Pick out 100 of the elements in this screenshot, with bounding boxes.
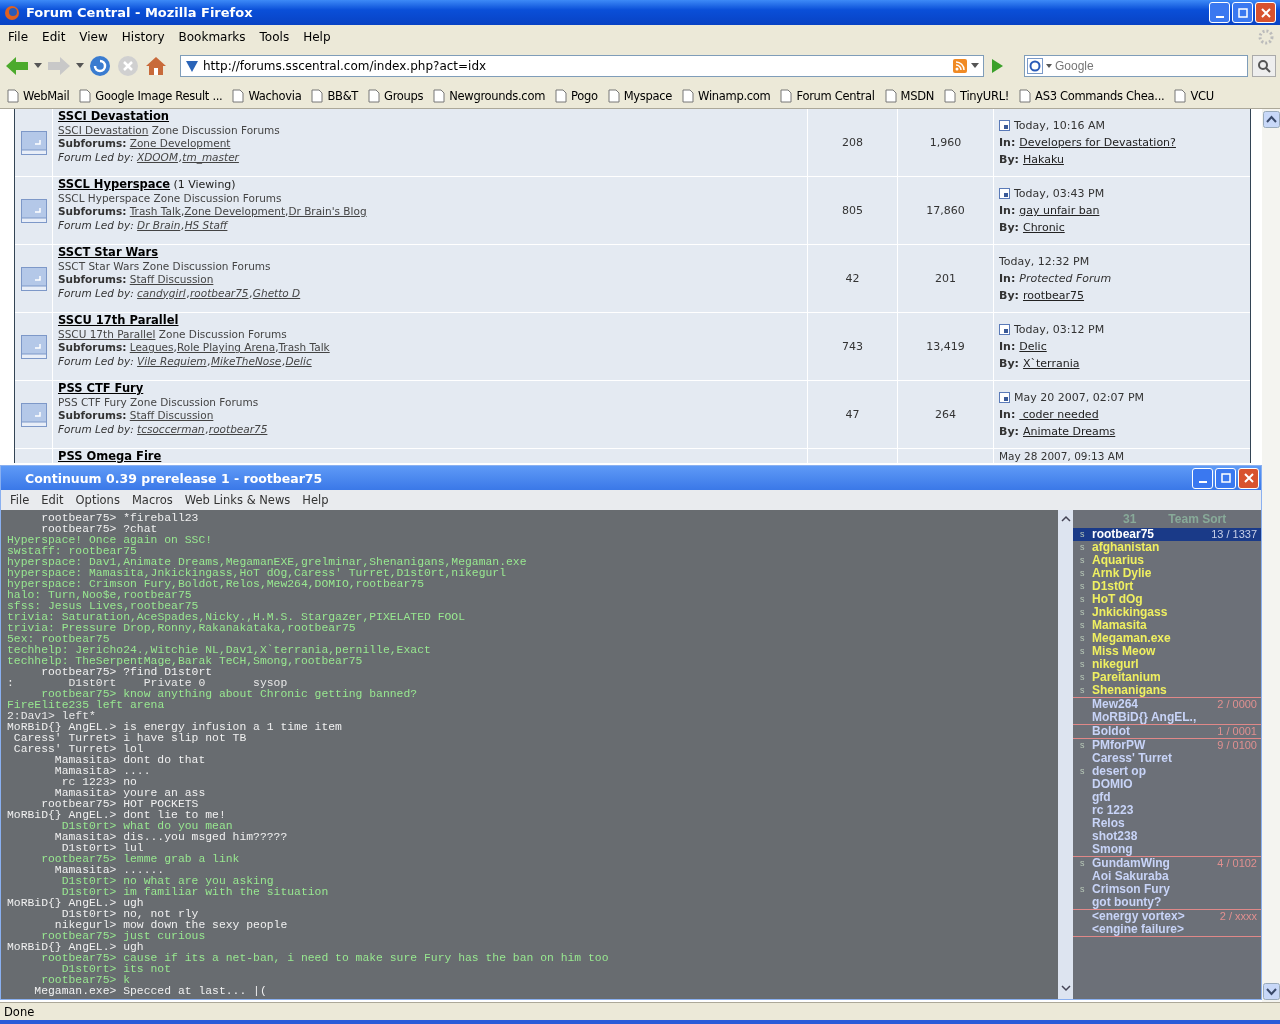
subforum-link[interactable]: Leagues (129, 341, 174, 353)
forum-title-link[interactable]: PSS CTF Fury (58, 381, 144, 395)
player-row[interactable]: s rootbear75 13 / 1337 (1073, 528, 1261, 541)
player-row[interactable]: s Aquarius (1073, 554, 1261, 567)
bookmark-item[interactable]: Google Image Result ... (95, 89, 223, 103)
bookmark-item[interactable]: Newgrounds.com (449, 89, 546, 103)
topic-link[interactable]: Delic (1019, 338, 1047, 355)
caret-icon[interactable] (971, 63, 979, 69)
close-button[interactable] (1238, 467, 1259, 489)
author-link[interactable]: Animate Dreams (1022, 423, 1116, 440)
forum-description-link[interactable]: SSCI Devastation (58, 123, 149, 136)
menu-item[interactable]: View (73, 29, 116, 44)
bookmark-item[interactable]: Wachovia (248, 89, 302, 103)
leader-link[interactable]: Vile Requiem (137, 354, 208, 367)
forum-title-link[interactable]: SSCL Hyperspace (58, 177, 171, 191)
author-link[interactable]: rootbear75 (1022, 287, 1085, 304)
player-row[interactable]: s Jnkickingass (1073, 606, 1261, 619)
bookmark-item[interactable]: Forum Central (796, 89, 875, 103)
search-engine-icon[interactable] (1027, 58, 1053, 74)
player-row[interactable]: s afghanistan (1073, 541, 1261, 554)
player-row[interactable]: s Miss Meow (1073, 645, 1261, 658)
player-row[interactable]: s D1st0rt (1073, 580, 1261, 593)
player-row[interactable]: s Pareitanium (1073, 671, 1261, 684)
menu-item[interactable]: Macros (125, 493, 179, 507)
menu-item[interactable]: Web Links & News (178, 493, 297, 507)
home-icon[interactable] (144, 54, 168, 78)
leader-link[interactable]: tm_master (182, 150, 240, 163)
menu-item[interactable]: File (4, 493, 36, 507)
maximize-button[interactable] (1232, 2, 1253, 23)
bookmark-item[interactable]: Pogo (571, 89, 598, 103)
scroll-down-icon[interactable] (1262, 983, 1280, 1000)
player-row[interactable]: s Megaman.exe (1073, 632, 1261, 645)
leader-link[interactable]: rootbear75 (208, 422, 269, 435)
leader-link[interactable]: tcsoccerman (137, 422, 206, 435)
scroll-up-icon[interactable] (1262, 111, 1280, 128)
minimize-button[interactable] (1192, 467, 1213, 489)
scrollbar[interactable] (1262, 109, 1280, 1002)
author-link[interactable]: X`terrania (1022, 355, 1080, 372)
leader-link[interactable]: candygirl (137, 286, 187, 299)
topic-link[interactable]: Developers for Devastation? (1019, 134, 1176, 151)
forum-description-link[interactable]: SSCU 17th Parallel (58, 327, 156, 340)
minimize-button[interactable] (1209, 2, 1230, 23)
leader-link[interactable]: Dr Brain (137, 218, 182, 231)
subforum-link[interactable]: Trash Talk (278, 341, 330, 353)
leader-link[interactable]: XDOOM (137, 150, 179, 163)
menu-item[interactable]: Help (297, 29, 339, 44)
bookmark-item[interactable]: Groups (384, 89, 424, 103)
menu-item[interactable]: History (115, 29, 173, 44)
player-row[interactable]: s Mamasita (1073, 619, 1261, 632)
address-bar[interactable]: http://forums.sscentral.com/index.php?act=idx (180, 55, 984, 77)
player-row[interactable]: s nikegurl (1073, 658, 1261, 671)
caret-icon[interactable] (76, 63, 84, 69)
topic-link[interactable]: gay unfair ban (1019, 202, 1100, 219)
subforum-link[interactable]: Staff Discussion (129, 409, 214, 421)
author-link[interactable]: Chronic (1022, 219, 1065, 236)
leader-link[interactable]: MikeTheNose (210, 354, 283, 367)
leader-link[interactable]: rootbear75 (190, 286, 250, 299)
bookmark-item[interactable]: BB&T (327, 89, 359, 103)
reload-icon[interactable] (88, 54, 112, 78)
last-post-icon[interactable] (999, 392, 1010, 403)
subforum-link[interactable]: Trash Talk (129, 205, 181, 217)
search-field[interactable]: Google (1055, 58, 1245, 74)
bookmark-item[interactable]: AS3 Commands Chea... (1035, 89, 1165, 103)
player-row[interactable]: s Arnk Dylie (1073, 567, 1261, 580)
leader-link[interactable]: HS Staff (184, 218, 229, 231)
subforum-link[interactable]: Zone Development (129, 137, 231, 149)
bookmark-item[interactable]: VCU (1190, 89, 1214, 103)
bookmark-item[interactable]: Myspace (623, 89, 673, 103)
menu-item[interactable]: Tools (253, 29, 298, 44)
author-link[interactable]: Hakaku (1022, 151, 1064, 168)
leader-link[interactable]: Delic (285, 354, 313, 367)
bookmark-item[interactable]: TinyURL! (960, 89, 1010, 103)
last-post-icon[interactable] (999, 188, 1010, 199)
menu-item[interactable]: Bookmarks (172, 29, 254, 44)
menu-item[interactable]: File (2, 29, 37, 44)
leader-link[interactable]: Ghetto D (252, 286, 302, 299)
chat-scrollbar[interactable] (1058, 510, 1073, 999)
search-button[interactable] (1252, 55, 1276, 77)
menu-item[interactable]: Help (296, 493, 335, 507)
last-post-icon[interactable] (999, 120, 1010, 131)
subforum-link[interactable]: Dr Brain's Blog (288, 205, 367, 217)
player-row[interactable]: s HoT dOg (1073, 593, 1261, 606)
subforum-link[interactable]: Staff Discussion (129, 273, 214, 285)
bookmark-item[interactable]: WebMail (23, 89, 70, 103)
menu-item[interactable]: Edit (36, 29, 74, 44)
caret-icon[interactable] (34, 63, 42, 69)
forum-title-link[interactable]: SSCU 17th Parallel (58, 313, 179, 327)
player-row[interactable]: s Shenanigans (1073, 684, 1261, 697)
bookmark-item[interactable]: MSDN (900, 89, 935, 103)
topic-link[interactable]: coder needed (1019, 406, 1099, 423)
forum-title-link[interactable]: SSCT Star Wars (58, 245, 159, 259)
menu-item[interactable]: Options (69, 493, 126, 507)
forum-title-link[interactable]: PSS Omega Fire (58, 449, 802, 463)
forum-title-link[interactable]: SSCI Devastation (58, 109, 169, 123)
menu-item[interactable]: Edit (35, 493, 70, 507)
bookmark-item[interactable]: Winamp.com (698, 89, 771, 103)
address-field[interactable]: http://forums.sscentral.com/index.php?act=idx (203, 58, 949, 74)
search-bar[interactable]: Google (1024, 55, 1248, 77)
maximize-button[interactable] (1215, 467, 1236, 489)
close-button[interactable] (1255, 2, 1276, 23)
